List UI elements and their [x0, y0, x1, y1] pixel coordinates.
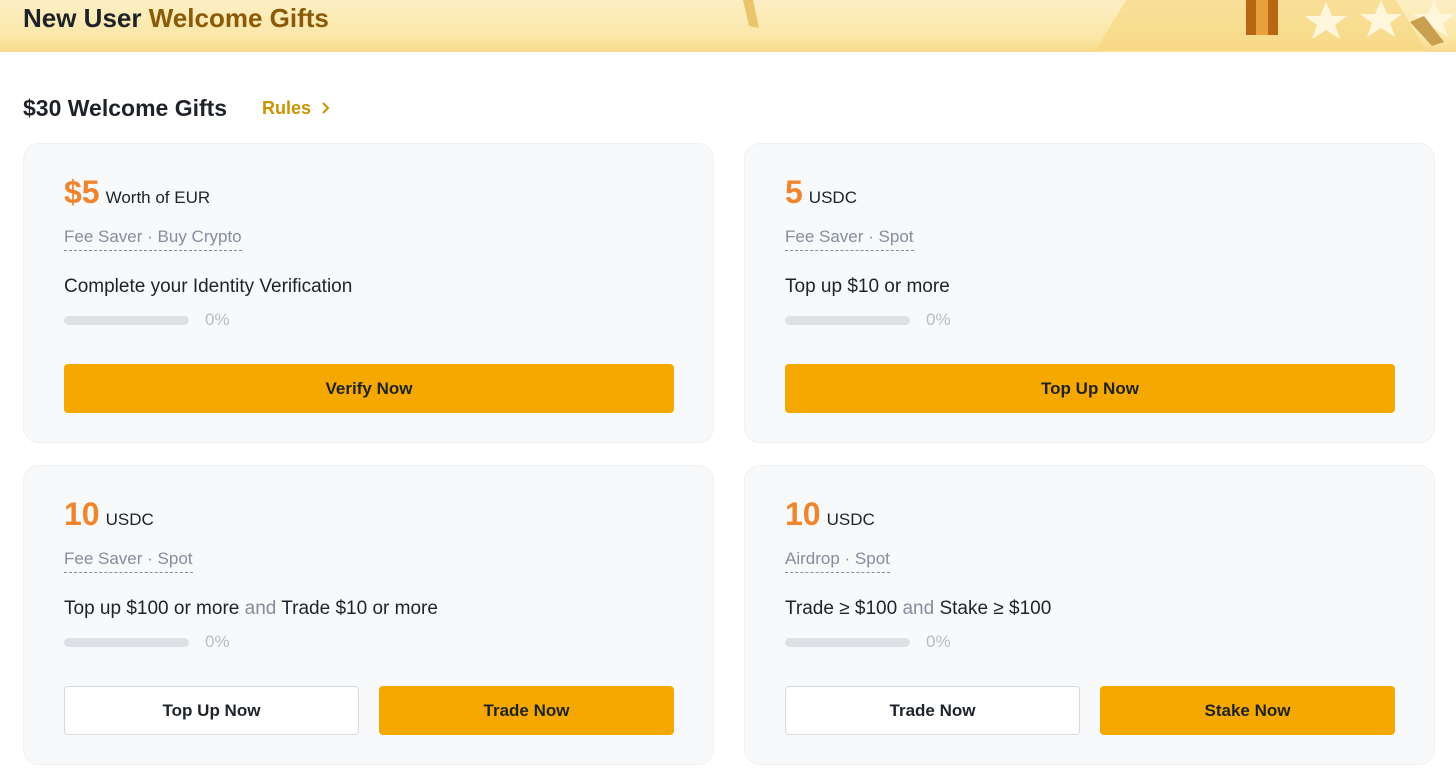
reward-tags[interactable]: Airdrop · Spot [785, 548, 890, 573]
verify-now-button[interactable]: Verify Now [64, 364, 674, 413]
gift-card: 5 USDC Fee Saver · Spot Top up $10 or more 0… [744, 143, 1435, 443]
reward-amount: 10 USDC [64, 496, 154, 533]
task-description: Top up $10 or more [785, 275, 950, 299]
rules-label: Rules [262, 97, 312, 118]
gift-card: $5 Worth of EUR Fee Saver · Buy Crypto Comp… [23, 143, 714, 443]
welcome-banner: New User Welcome Gifts [0, 0, 1456, 52]
progress-bar [785, 315, 910, 325]
banner-title-prefix: New User [23, 3, 142, 33]
progress-percent: 0% [205, 632, 230, 651]
progress-bar [785, 637, 910, 647]
reward-unit: Worth of EUR [105, 188, 211, 207]
reward-amount: 10 USDC [785, 496, 875, 533]
reward-amount: 5 USDC [785, 174, 857, 211]
stake-now-button[interactable]: Stake Now [1100, 686, 1395, 735]
reward-value: 5 [785, 174, 803, 210]
reward-unit: USDC [808, 188, 857, 207]
reward-unit: USDC [826, 510, 875, 529]
gift-card: 10 USDC Airdrop · Spot Trade ≥ $100 and Sta… [744, 465, 1435, 765]
trade-now-button[interactable]: Trade Now [379, 686, 674, 735]
trade-now-button[interactable]: Trade Now [785, 686, 1080, 735]
gift-card: 10 USDC Fee Saver · Spot Top up $100 or mor… [23, 465, 714, 765]
task-requirement: Top up $100 or more [64, 598, 240, 619]
reward-unit: USDC [105, 510, 154, 529]
task-progress: 0% [785, 632, 951, 652]
task-description: Trade ≥ $100 and Stake ≥ $100 [785, 597, 1051, 621]
task-requirement: Trade $10 or more [281, 598, 438, 619]
section-title: $30 Welcome Gifts [23, 95, 228, 121]
reward-tags[interactable]: Fee Saver · Spot [64, 548, 193, 573]
progress-percent: 0% [205, 310, 230, 329]
progress-bar [64, 315, 189, 325]
reward-value: $5 [64, 174, 100, 210]
task-description: Top up $100 or more and Trade $10 or mor… [64, 597, 438, 621]
task-requirement: Trade ≥ $100 [785, 598, 898, 619]
progress-percent: 0% [926, 310, 951, 329]
progress-percent: 0% [926, 632, 951, 651]
top-up-now-button[interactable]: Top Up Now [785, 364, 1395, 413]
task-requirement: Complete your Identity Verification [64, 276, 353, 297]
task-conjunction: and [902, 598, 935, 619]
top-up-now-button[interactable]: Top Up Now [64, 686, 359, 735]
chevron-right-icon [322, 102, 330, 114]
task-progress: 0% [64, 310, 230, 330]
reward-value: 10 [785, 496, 821, 532]
banner-title: New User Welcome Gifts [23, 2, 329, 34]
ribbon-confetti-icon [743, 0, 759, 28]
task-requirement: Top up $10 or more [785, 276, 950, 297]
gift-decoration-icon [1096, 0, 1455, 50]
task-requirement: Stake ≥ $100 [939, 598, 1052, 619]
task-progress: 0% [64, 632, 230, 652]
progress-bar [64, 637, 189, 647]
banner-title-accent: Welcome Gifts [148, 3, 329, 33]
task-description: Complete your Identity Verification [64, 275, 352, 299]
task-progress: 0% [785, 310, 951, 330]
reward-tags[interactable]: Fee Saver · Buy Crypto [64, 226, 242, 251]
rules-link[interactable]: Rules [262, 96, 333, 120]
reward-amount: $5 Worth of EUR [64, 174, 210, 211]
reward-tags[interactable]: Fee Saver · Spot [785, 226, 914, 251]
task-conjunction: and [244, 598, 277, 619]
reward-value: 10 [64, 496, 100, 532]
ribbon-confetti-icon-2 [1410, 16, 1444, 46]
